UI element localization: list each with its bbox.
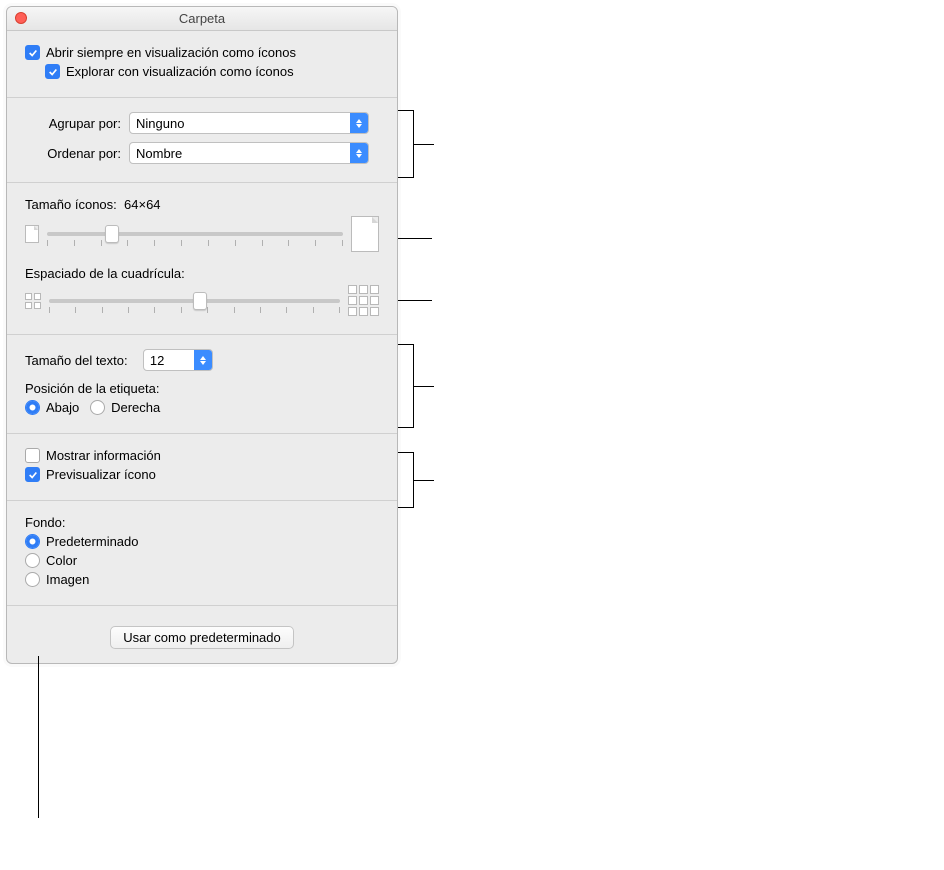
titlebar: Carpeta	[7, 7, 397, 31]
bg-default-label: Predeterminado	[46, 534, 139, 549]
use-as-default-button[interactable]: Usar como predeterminado	[110, 626, 294, 649]
updown-icon	[194, 350, 212, 370]
sort-by-select[interactable]: Nombre	[129, 142, 369, 164]
callout-line	[414, 480, 434, 481]
callout-bracket	[398, 110, 414, 178]
show-info-checkbox[interactable]	[25, 448, 40, 463]
page-small-icon	[25, 225, 39, 243]
bg-color-label: Color	[46, 553, 77, 568]
label-bottom-radio[interactable]	[25, 400, 40, 415]
label-right-text: Derecha	[111, 400, 160, 415]
window-title: Carpeta	[179, 11, 225, 26]
bg-image-radio[interactable]	[25, 572, 40, 587]
background-label: Fondo:	[25, 515, 65, 530]
show-info-label: Mostrar información	[46, 448, 161, 463]
label-bottom-text: Abajo	[46, 400, 79, 415]
icon-size-value: 64×64	[124, 197, 161, 212]
label-position-label: Posición de la etiqueta:	[25, 381, 159, 396]
callout-bracket	[398, 344, 414, 428]
section-icon-size: Tamaño íconos: 64×64 Espaciado de la cua…	[7, 183, 397, 335]
label-right-radio[interactable]	[90, 400, 105, 415]
section-sort: Agrupar por: Ninguno Ordenar por: Nombre	[7, 98, 397, 183]
updown-icon	[350, 113, 368, 133]
bg-color-radio[interactable]	[25, 553, 40, 568]
sort-by-label: Ordenar por:	[25, 146, 121, 161]
grid-spacing-slider[interactable]	[49, 299, 340, 303]
text-size-value: 12	[144, 353, 194, 368]
section-background: Fondo: Predeterminado Color Imagen	[7, 501, 397, 605]
sort-by-value: Nombre	[130, 146, 350, 161]
bg-image-label: Imagen	[46, 572, 89, 587]
group-by-label: Agrupar por:	[25, 116, 121, 131]
callout-line	[398, 238, 432, 239]
browse-checkbox[interactable]	[45, 64, 60, 79]
bg-default-radio[interactable]	[25, 534, 40, 549]
preview-icon-checkbox[interactable]	[25, 467, 40, 482]
group-by-value: Ninguno	[130, 116, 350, 131]
callout-line	[414, 144, 434, 145]
icon-size-slider[interactable]	[47, 232, 343, 236]
callout-bracket	[398, 452, 414, 508]
text-size-select[interactable]: 12	[143, 349, 213, 371]
grid-spacing-label: Espaciado de la cuadrícula:	[25, 266, 185, 281]
footer: Usar como predeterminado	[7, 606, 397, 663]
callout-line	[414, 386, 434, 387]
icon-size-label: Tamaño íconos:	[25, 197, 117, 212]
page-large-icon	[351, 216, 379, 252]
callout-image-line	[38, 656, 39, 818]
grid-small-icon	[25, 293, 41, 309]
grid-large-icon	[348, 285, 379, 316]
callout-line	[398, 300, 432, 301]
section-text: Tamaño del texto: 12 Posición de la etiq…	[7, 335, 397, 434]
view-options-window: Carpeta Abrir siempre en visualización c…	[6, 6, 398, 664]
preview-icon-label: Previsualizar ícono	[46, 467, 156, 482]
updown-icon	[350, 143, 368, 163]
section-show: Mostrar información Previsualizar ícono	[7, 434, 397, 501]
text-size-label: Tamaño del texto:	[25, 353, 128, 368]
section-open-options: Abrir siempre en visualización como ícon…	[7, 31, 397, 98]
close-icon[interactable]	[15, 12, 27, 24]
always-open-label: Abrir siempre en visualización como ícon…	[46, 45, 296, 60]
always-open-checkbox[interactable]	[25, 45, 40, 60]
group-by-select[interactable]: Ninguno	[129, 112, 369, 134]
browse-label: Explorar con visualización como íconos	[66, 64, 294, 79]
